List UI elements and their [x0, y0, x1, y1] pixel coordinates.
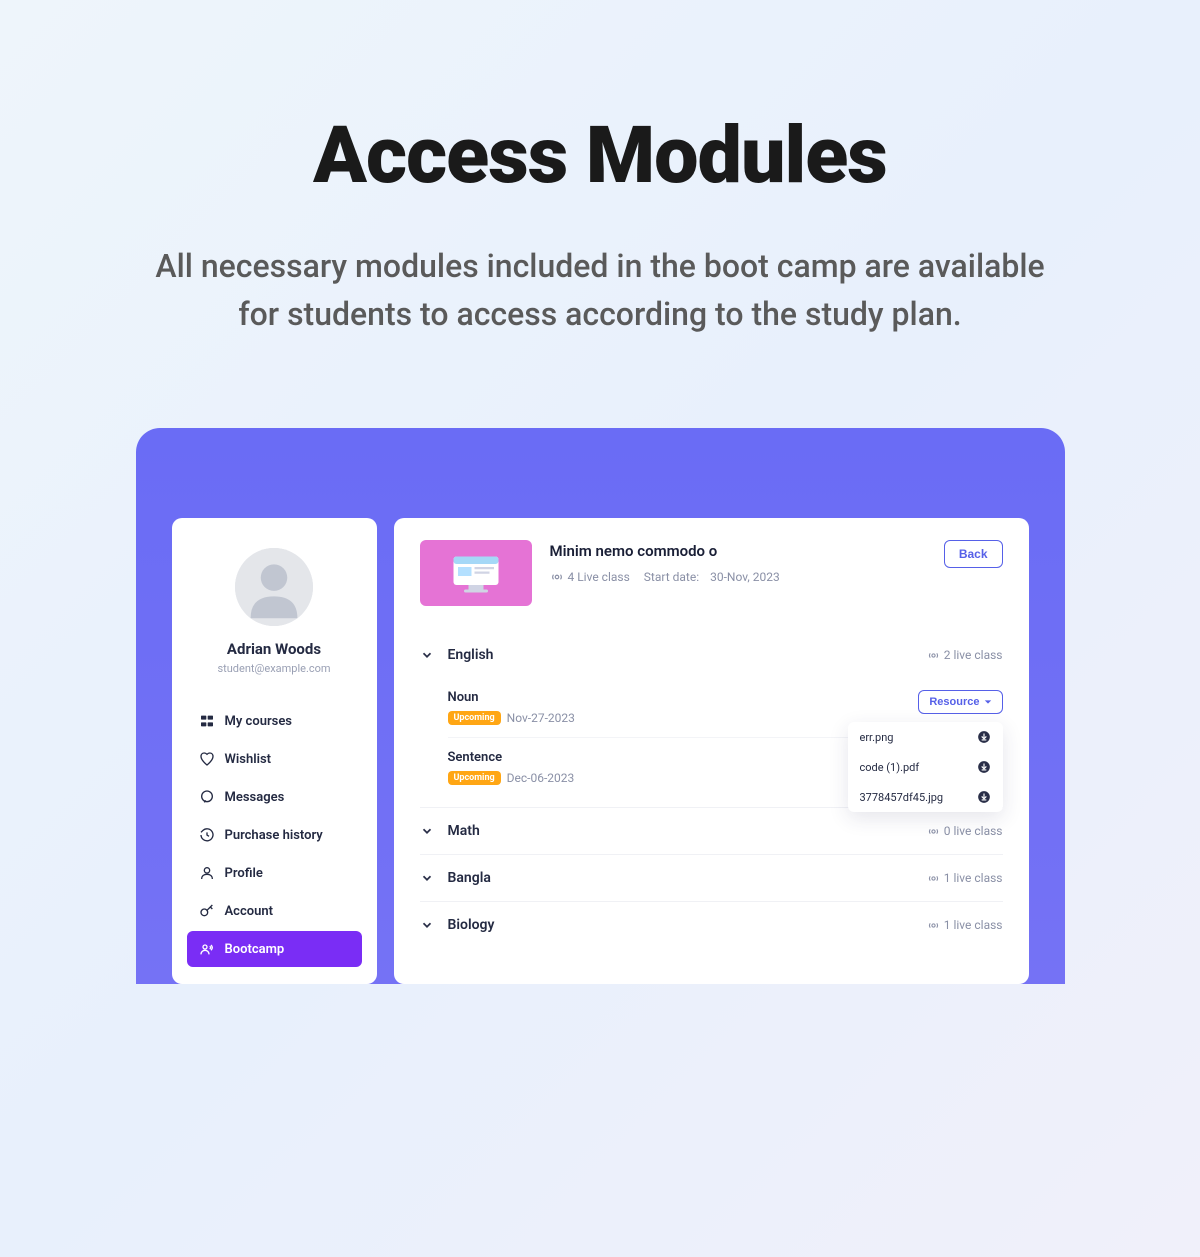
- module-math: Math0 live class: [420, 807, 1003, 854]
- page-subtitle: All necessary modules included in the bo…: [150, 242, 1050, 338]
- sidebar: Adrian Woods student@example.com My cour…: [172, 518, 377, 984]
- module-bangla: Bangla1 live class: [420, 854, 1003, 901]
- user-name: Adrian Woods: [187, 640, 362, 658]
- sidebar-item-profile[interactable]: Profile: [187, 855, 362, 891]
- chevron-down-icon: [420, 824, 434, 838]
- module-live-count: 2 live class: [927, 648, 1003, 662]
- module-live-count: 1 live class: [927, 918, 1003, 932]
- status-badge: Upcoming: [448, 771, 501, 785]
- sidebar-item-label: Messages: [225, 790, 285, 805]
- sidebar-item-label: Profile: [225, 866, 263, 881]
- resource-filename: err.png: [860, 731, 894, 744]
- user-email: student@example.com: [187, 662, 362, 675]
- module-live-count: 0 live class: [927, 824, 1003, 838]
- chevron-down-icon: [420, 648, 434, 662]
- broadcast-icon: [927, 649, 940, 662]
- sidebar-item-purchase-history[interactable]: Purchase history: [187, 817, 362, 853]
- module-name: Math: [448, 823, 927, 839]
- status-badge: Upcoming: [448, 711, 501, 725]
- heart-icon: [199, 751, 215, 767]
- module-header[interactable]: Bangla1 live class: [420, 855, 1003, 901]
- sidebar-item-wishlist[interactable]: Wishlist: [187, 741, 362, 777]
- chevron-icon: [420, 822, 438, 840]
- course-thumbnail: [420, 540, 532, 606]
- resource-dropdown: err.png code (1).pdf 3778457df45.jpg: [848, 722, 1003, 812]
- history-icon: [199, 827, 215, 843]
- resource-filename: 3778457df45.jpg: [860, 791, 944, 804]
- download-icon: [977, 790, 991, 804]
- resource-file[interactable]: err.png: [848, 722, 1003, 752]
- resource-filename: code (1).pdf: [860, 761, 920, 774]
- live-class-count: 4 Live class: [550, 570, 630, 584]
- sidebar-item-my-courses[interactable]: My courses: [187, 703, 362, 739]
- broadcast-icon: [927, 825, 940, 838]
- module-name: Biology: [448, 917, 927, 933]
- course-title: Minim nemo commodo o: [550, 542, 926, 560]
- broadcast-icon: [550, 570, 564, 584]
- sidebar-item-label: Account: [225, 904, 273, 919]
- resource-button[interactable]: Resource: [918, 690, 1002, 714]
- module-biology: Biology1 live class: [420, 901, 1003, 948]
- module-name: English: [448, 647, 927, 663]
- chevron-icon: [420, 869, 438, 887]
- page-title: Access Modules: [146, 110, 1055, 202]
- sidebar-item-messages[interactable]: Messages: [187, 779, 362, 815]
- main-panel: Minim nemo commodo o 4 Live class Start …: [394, 518, 1029, 984]
- back-button[interactable]: Back: [944, 540, 1003, 568]
- start-date: Start date: 30-Nov, 2023: [644, 570, 780, 584]
- module-header[interactable]: Biology1 live class: [420, 902, 1003, 948]
- key-icon: [199, 903, 215, 919]
- topic-date: Nov-27-2023: [507, 711, 575, 725]
- avatar: [235, 548, 313, 626]
- topic-date: Dec-06-2023: [507, 771, 575, 785]
- module-live-count: 1 live class: [927, 871, 1003, 885]
- chevron-icon: [420, 916, 438, 934]
- chat-icon: [199, 789, 215, 805]
- app-frame: Adrian Woods student@example.com My cour…: [136, 428, 1065, 984]
- bootcamp-icon: [199, 941, 215, 957]
- broadcast-icon: [927, 872, 940, 885]
- sidebar-item-label: Purchase history: [225, 828, 323, 843]
- resource-file[interactable]: code (1).pdf: [848, 752, 1003, 782]
- sidebar-item-account[interactable]: Account: [187, 893, 362, 929]
- person-icon: [199, 865, 215, 881]
- caret-down-icon: [984, 698, 992, 706]
- module-english: English2 live class Noun Upcoming Nov-27-20…: [420, 632, 1003, 807]
- sidebar-item-label: My courses: [225, 714, 293, 729]
- download-icon: [977, 730, 991, 744]
- sidebar-item-label: Bootcamp: [225, 942, 285, 957]
- chevron-down-icon: [420, 871, 434, 885]
- sidebar-item-bootcamp[interactable]: Bootcamp: [187, 931, 362, 967]
- broadcast-icon: [927, 919, 940, 932]
- resource-file[interactable]: 3778457df45.jpg: [848, 782, 1003, 812]
- module-header[interactable]: English2 live class: [420, 632, 1003, 678]
- module-header[interactable]: Math0 live class: [420, 808, 1003, 854]
- chevron-icon: [420, 646, 438, 664]
- chevron-down-icon: [420, 918, 434, 932]
- courses-icon: [199, 713, 215, 729]
- download-icon: [977, 760, 991, 774]
- module-name: Bangla: [448, 870, 927, 886]
- topic-title: Noun: [448, 690, 919, 705]
- sidebar-item-label: Wishlist: [225, 752, 272, 767]
